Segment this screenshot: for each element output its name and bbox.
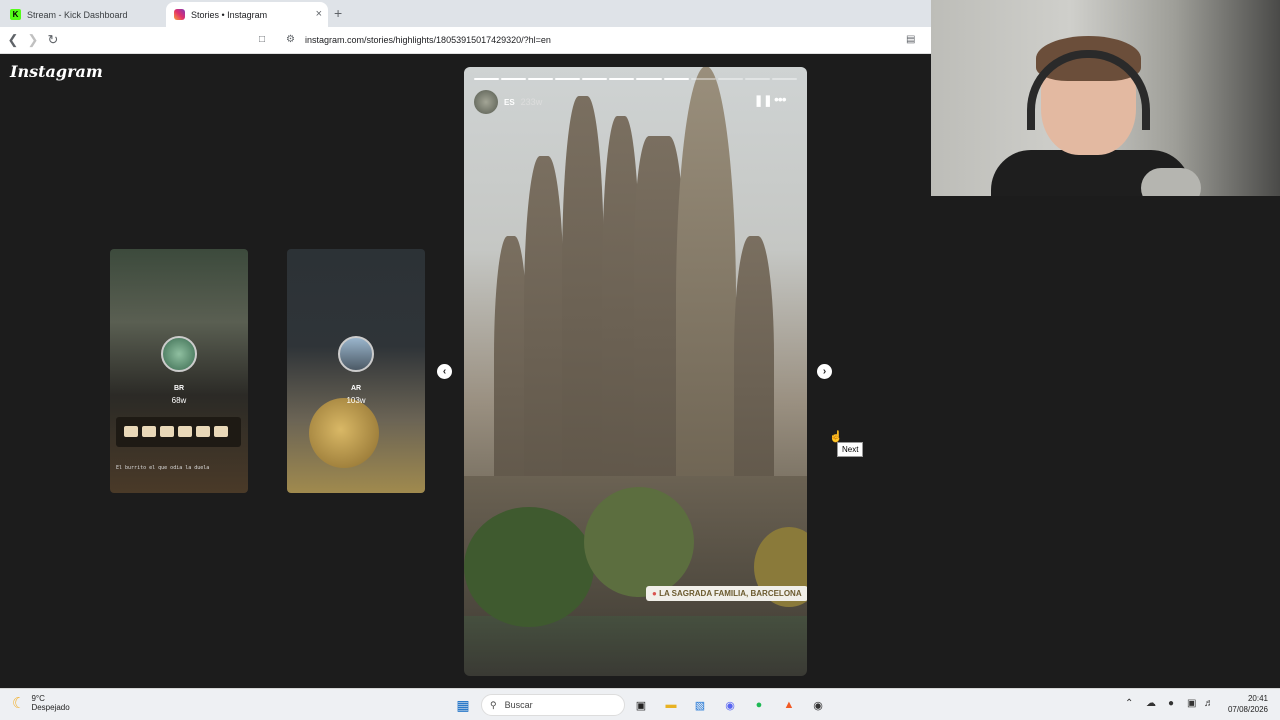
- taskbar-clock[interactable]: 20:41 07/08/2026: [1224, 693, 1268, 715]
- progress-segment: [609, 78, 635, 80]
- network-icon[interactable]: ▣: [1187, 698, 1196, 709]
- thumbnail-time: 68w: [171, 396, 187, 405]
- thumbnail-time: 103w: [346, 396, 366, 405]
- thumbnail-username: BR: [173, 385, 185, 392]
- tab-title: Stories • Instagram: [191, 9, 268, 20]
- progress-segment: [582, 78, 608, 80]
- back-icon[interactable]: ❮: [5, 32, 21, 48]
- browser-toolbar: ❮ ❯ ↻ □ ⚙ instagram.com/stories/highligh…: [0, 27, 931, 54]
- tab-title: Stream - Kick Dashboard: [27, 9, 128, 20]
- story-time: 233w: [520, 97, 543, 107]
- progress-segment: [501, 78, 527, 80]
- clock-time: 20:41: [1247, 694, 1268, 703]
- cloud-icon[interactable]: ☁: [1146, 698, 1156, 709]
- bookmark-icon[interactable]: □: [259, 34, 265, 45]
- brave-browser-icon[interactable]: ▲: [780, 696, 798, 714]
- progress-segment: [690, 78, 716, 80]
- avatar: [338, 336, 374, 372]
- kick-icon: K: [10, 9, 21, 20]
- story-username[interactable]: ES: [504, 98, 515, 107]
- progress-segment: [744, 78, 770, 80]
- food-plate-image: [116, 417, 241, 447]
- progress-segment: [528, 78, 554, 80]
- instagram-logo[interactable]: Instagram: [10, 62, 103, 81]
- story-progress-bar: [474, 78, 797, 80]
- progress-segment: [636, 78, 662, 80]
- next-story-button[interactable]: ›: [817, 364, 832, 379]
- screen: { "browser": { "tabs": [ {"title": "Stre…: [0, 0, 1280, 720]
- task-view-icon[interactable]: ▣: [632, 696, 650, 714]
- webcam-overlay: [931, 0, 1280, 196]
- windows-taskbar: ☾ 9°C Despejado ▦ ⚲ Buscar ▣ ▬ ▧ ◉ ● ▲ ◉…: [0, 688, 1280, 720]
- close-tab-icon[interactable]: ×: [316, 8, 322, 20]
- weather-desc: Despejado: [31, 703, 70, 712]
- site-info-icon[interactable]: ⚙: [286, 34, 295, 45]
- previous-story-thumbnail[interactable]: AR 103w: [287, 249, 425, 493]
- address-bar[interactable]: instagram.com/stories/highlights/1805391…: [305, 35, 551, 45]
- location-label: LA SAGRADA FAMILIA, BARCELONA: [659, 589, 802, 598]
- store-icon[interactable]: ▧: [691, 696, 709, 714]
- pause-icon[interactable]: ❚❚: [754, 94, 772, 107]
- weather-temp: 9°C: [31, 694, 45, 703]
- progress-segment: [474, 78, 500, 80]
- more-options-icon[interactable]: •••: [774, 91, 787, 107]
- obs-icon[interactable]: ◉: [809, 696, 827, 714]
- progress-segment: [663, 78, 689, 80]
- start-windows-icon[interactable]: ▦: [454, 696, 472, 714]
- weather-widget[interactable]: ☾ 9°C Despejado: [12, 694, 70, 712]
- discord-icon[interactable]: ◉: [721, 696, 739, 714]
- clock-date: 07/08/2026: [1227, 705, 1268, 714]
- file-explorer-icon[interactable]: ▬: [662, 696, 680, 714]
- previous-story-thumbnail[interactable]: BR 68w El burrito el que odia la duela: [110, 249, 248, 493]
- mate-cup-image: [309, 398, 379, 468]
- forward-icon[interactable]: ❯: [25, 32, 41, 48]
- story-header: ES 233w: [474, 90, 542, 114]
- chevron-up-icon[interactable]: ⌃: [1125, 698, 1133, 709]
- tab-kick-dashboard[interactable]: K Stream - Kick Dashboard: [2, 2, 164, 27]
- page-scrollbar[interactable]: [1271, 228, 1280, 688]
- browser-tab-bar: K Stream - Kick Dashboard Stories • Inst…: [0, 0, 931, 27]
- thumbnail-caption: El burrito el que odia la duela: [116, 465, 210, 471]
- location-pin-icon: ●: [652, 589, 657, 598]
- microphone-image: [1141, 168, 1201, 196]
- next-tooltip: Next: [837, 442, 864, 457]
- translate-icon[interactable]: ▤: [906, 34, 915, 45]
- location-sticker[interactable]: ● LA SAGRADA FAMILIA, BARCELONA: [646, 586, 807, 601]
- previous-story-button[interactable]: ‹: [437, 364, 452, 379]
- tab-instagram-stories[interactable]: Stories • Instagram ×: [166, 2, 328, 27]
- reload-icon[interactable]: ↻: [45, 32, 61, 48]
- taskbar-search[interactable]: ⚲ Buscar: [481, 694, 625, 716]
- story-frame[interactable]: ES 233w ❚❚ ••• ● LA SAGRADA FAMILIA, BAR…: [464, 67, 807, 676]
- progress-segment: [717, 78, 743, 80]
- search-icon: ⚲: [490, 699, 497, 710]
- progress-segment: [771, 78, 797, 80]
- avatar[interactable]: [474, 90, 498, 114]
- spotify-icon[interactable]: ●: [750, 696, 768, 714]
- new-tab-button[interactable]: +: [334, 5, 342, 21]
- thumbnail-username: AR: [350, 385, 362, 392]
- progress-segment: [555, 78, 581, 80]
- moon-icon: ☾: [12, 695, 26, 712]
- search-label: Buscar: [504, 700, 533, 710]
- microphone-icon[interactable]: ●: [1168, 698, 1174, 709]
- volume-icon[interactable]: ♬: [1204, 698, 1214, 709]
- instagram-icon: [174, 9, 185, 20]
- avatar: [161, 336, 197, 372]
